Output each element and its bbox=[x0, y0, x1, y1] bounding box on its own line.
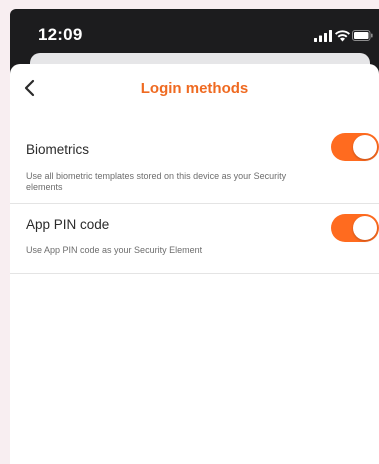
login-methods-sheet: Login methods Biometrics Use all biometr… bbox=[10, 64, 379, 464]
status-time: 12:09 bbox=[38, 25, 83, 44]
setting-label: Biometrics bbox=[26, 142, 90, 157]
status-bar: 12:09 bbox=[10, 9, 379, 55]
biometrics-toggle[interactable] bbox=[331, 133, 379, 161]
setting-label: App PIN code bbox=[26, 217, 110, 232]
battery-icon bbox=[352, 30, 373, 41]
toggle-knob bbox=[353, 135, 377, 159]
app-pin-toggle[interactable] bbox=[331, 214, 379, 242]
signal-icon bbox=[314, 30, 332, 42]
status-icons bbox=[303, 29, 373, 43]
phone-screen: 12:09 Login methods Biometrics Use all b… bbox=[10, 9, 379, 464]
toggle-knob bbox=[353, 216, 377, 240]
setting-row-biometrics: Biometrics Use all biometric templates s… bbox=[10, 124, 379, 204]
wifi-icon bbox=[335, 30, 350, 42]
navigation-bar: Login methods bbox=[10, 64, 379, 112]
setting-description: Use all biometric templates stored on th… bbox=[26, 171, 287, 192]
page-title: Login methods bbox=[140, 80, 249, 97]
setting-row-app-pin: App PIN code Use App PIN code as your Se… bbox=[10, 204, 379, 274]
setting-description: Use App PIN code as your Security Elemen… bbox=[26, 245, 203, 255]
